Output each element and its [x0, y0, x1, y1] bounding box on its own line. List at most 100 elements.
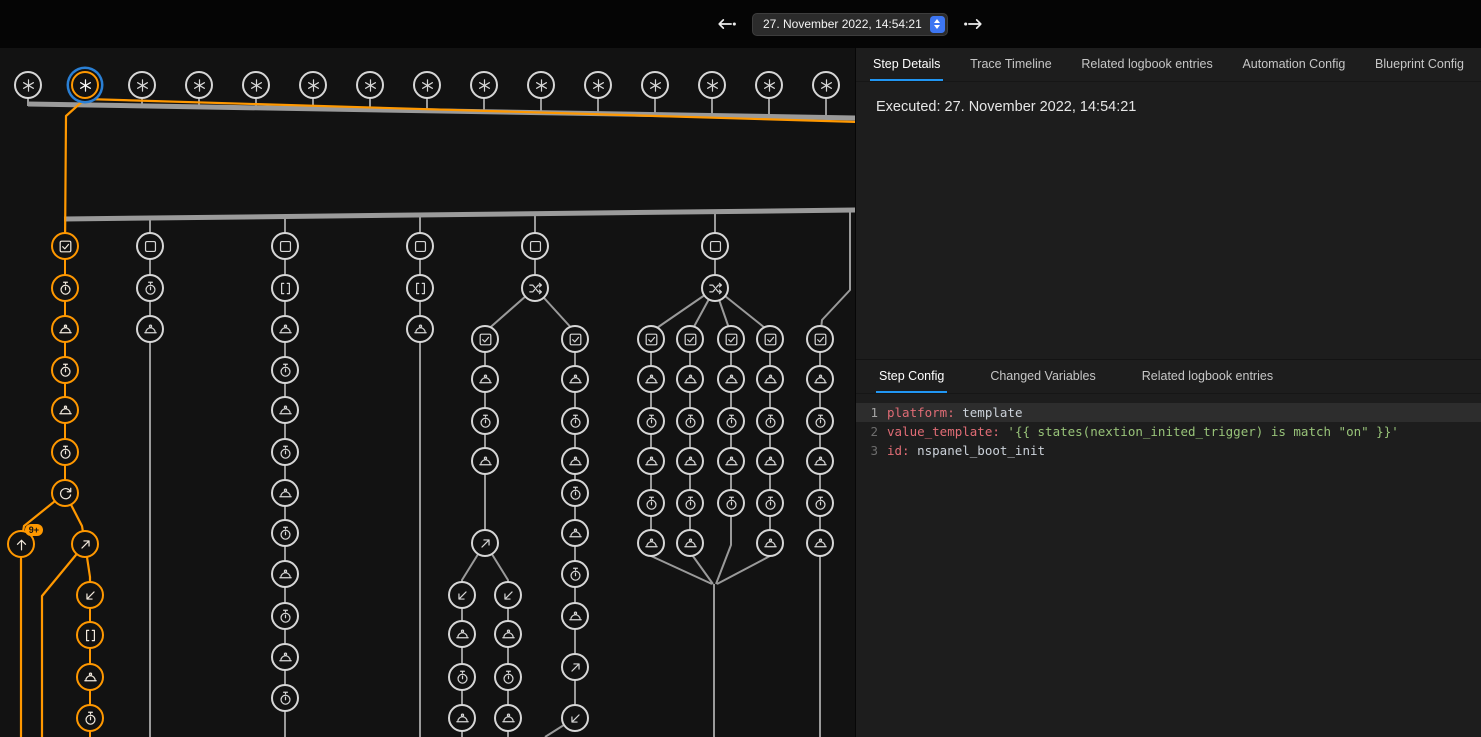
service-node[interactable]: [136, 315, 164, 343]
timer-node[interactable]: [756, 489, 784, 517]
timer-node[interactable]: [561, 560, 589, 588]
timer-node[interactable]: [494, 663, 522, 691]
service-node[interactable]: [561, 447, 589, 475]
asterisk-node[interactable]: [755, 71, 783, 99]
timer-node[interactable]: [806, 407, 834, 435]
timer-node[interactable]: [51, 356, 79, 384]
timer-node[interactable]: [51, 438, 79, 466]
asterisk-node[interactable]: [812, 71, 840, 99]
asterisk-node[interactable]: [470, 71, 498, 99]
timer-node[interactable]: [271, 602, 299, 630]
trace-graph[interactable]: 9+: [0, 0, 855, 737]
arrow-sw-node[interactable]: [448, 581, 476, 609]
service-node[interactable]: [471, 365, 499, 393]
service-node[interactable]: [271, 396, 299, 424]
service-node[interactable]: [271, 560, 299, 588]
asterisk-node[interactable]: [242, 71, 270, 99]
service-node[interactable]: [806, 529, 834, 557]
service-node[interactable]: [717, 365, 745, 393]
service-node[interactable]: [448, 704, 476, 732]
timer-node[interactable]: [756, 407, 784, 435]
service-node[interactable]: [676, 529, 704, 557]
checkbox-node[interactable]: [637, 325, 665, 353]
asterisk-node[interactable]: [698, 71, 726, 99]
timer-node[interactable]: [717, 489, 745, 517]
run-select[interactable]: 27. November 2022, 14:54:21: [752, 13, 948, 36]
asterisk-node[interactable]: [641, 71, 669, 99]
checkbox-node[interactable]: [717, 325, 745, 353]
service-node[interactable]: [51, 315, 79, 343]
service-node[interactable]: [494, 704, 522, 732]
brackets-node[interactable]: [76, 621, 104, 649]
arrow-sw-node[interactable]: [76, 581, 104, 609]
square-node[interactable]: [271, 232, 299, 260]
service-node[interactable]: [676, 365, 704, 393]
yaml-editor[interactable]: 1platform: template2value_template: '{{ …: [856, 394, 1481, 737]
service-node[interactable]: [448, 620, 476, 648]
tab-automation-config[interactable]: Automation Config: [1239, 48, 1348, 81]
code-line[interactable]: 2value_template: '{{ states(nextion_init…: [856, 422, 1481, 441]
timer-node[interactable]: [637, 489, 665, 517]
tab-trace-timeline[interactable]: Trace Timeline: [967, 48, 1055, 81]
next-run-icon[interactable]: [962, 13, 984, 35]
service-node[interactable]: [676, 447, 704, 475]
service-node[interactable]: [756, 529, 784, 557]
service-node[interactable]: [471, 447, 499, 475]
arrow-sw-node[interactable]: [494, 581, 522, 609]
asterisk-node[interactable]: [299, 71, 327, 99]
timer-node[interactable]: [271, 356, 299, 384]
service-node[interactable]: [271, 643, 299, 671]
arrow-sw-node[interactable]: [561, 704, 589, 732]
code-line[interactable]: 1platform: template: [856, 403, 1481, 422]
asterisk-node[interactable]: [527, 71, 555, 99]
service-node[interactable]: [806, 447, 834, 475]
asterisk-node[interactable]: [413, 71, 441, 99]
brackets-node[interactable]: [406, 274, 434, 302]
timer-node[interactable]: [561, 479, 589, 507]
timer-node[interactable]: [51, 274, 79, 302]
tab-step-details[interactable]: Step Details: [870, 48, 943, 81]
asterisk-node[interactable]: [71, 71, 99, 99]
arrow-ne-node[interactable]: [561, 653, 589, 681]
timer-node[interactable]: [271, 519, 299, 547]
timer-node[interactable]: [471, 407, 499, 435]
tab-step-config[interactable]: Step Config: [876, 360, 947, 393]
repeat-node[interactable]: [51, 479, 79, 507]
checkbox-node[interactable]: [471, 325, 499, 353]
service-node[interactable]: [561, 602, 589, 630]
tab-related-logbook-entries[interactable]: Related logbook entries: [1139, 360, 1276, 393]
service-node[interactable]: [637, 529, 665, 557]
asterisk-node[interactable]: [584, 71, 612, 99]
timer-node[interactable]: [448, 663, 476, 691]
asterisk-node[interactable]: [14, 71, 42, 99]
timer-node[interactable]: [806, 489, 834, 517]
asterisk-node[interactable]: [128, 71, 156, 99]
checkbox-node[interactable]: [676, 325, 704, 353]
timer-node[interactable]: [76, 704, 104, 732]
shuffle-node[interactable]: [701, 274, 729, 302]
checkbox-node[interactable]: [51, 232, 79, 260]
asterisk-node[interactable]: [356, 71, 384, 99]
timer-node[interactable]: [676, 407, 704, 435]
service-node[interactable]: [806, 365, 834, 393]
timer-node[interactable]: [136, 274, 164, 302]
arrow-up-node[interactable]: 9+: [7, 530, 35, 558]
service-node[interactable]: [561, 365, 589, 393]
brackets-node[interactable]: [271, 274, 299, 302]
service-node[interactable]: [406, 315, 434, 343]
service-node[interactable]: [717, 447, 745, 475]
checkbox-node[interactable]: [806, 325, 834, 353]
square-node[interactable]: [701, 232, 729, 260]
timer-node[interactable]: [271, 438, 299, 466]
checkbox-node[interactable]: [756, 325, 784, 353]
tab-changed-variables[interactable]: Changed Variables: [987, 360, 1098, 393]
code-line[interactable]: 3id: nspanel_boot_init: [856, 441, 1481, 460]
service-node[interactable]: [756, 365, 784, 393]
service-node[interactable]: [51, 396, 79, 424]
shuffle-node[interactable]: [521, 274, 549, 302]
service-node[interactable]: [76, 663, 104, 691]
service-node[interactable]: [271, 479, 299, 507]
timer-node[interactable]: [717, 407, 745, 435]
square-node[interactable]: [136, 232, 164, 260]
service-node[interactable]: [637, 365, 665, 393]
